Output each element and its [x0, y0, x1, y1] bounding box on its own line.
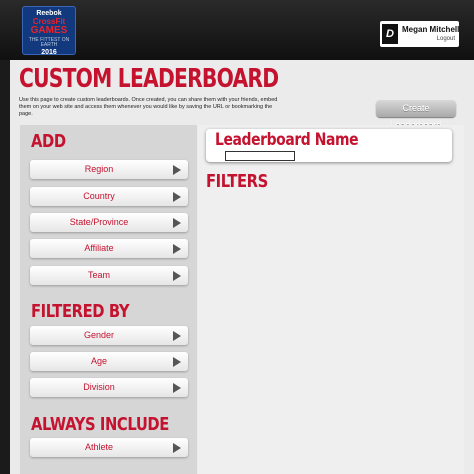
filtered-by-heading: FILTERED BY	[31, 301, 130, 322]
add-heading: ADD	[31, 131, 66, 152]
leaderboard-name-input[interactable]	[225, 151, 295, 161]
create-leaderboard-button[interactable]: Create Leaderboard	[376, 100, 456, 130]
filter-division-label: Division	[83, 382, 115, 392]
user-menu[interactable]: D Megan Mitchell Logout	[380, 21, 459, 47]
add-team-button[interactable]: Team	[30, 266, 188, 285]
add-state-province-button[interactable]: State/Province	[30, 213, 188, 232]
arrow-right-icon	[173, 165, 181, 175]
leaderboard-name-card: Leaderboard Name	[206, 129, 452, 162]
logo-year: 2016	[41, 49, 57, 56]
arrow-right-icon	[173, 443, 181, 453]
leaderboard-name-label: Leaderboard Name	[215, 130, 359, 150]
logo-tagline: THE FITTEST ON EARTH	[28, 37, 70, 48]
add-region-label: Region	[84, 164, 114, 174]
arrow-right-icon	[173, 357, 181, 367]
intro-text: Use this page to create custom leaderboa…	[19, 97, 278, 117]
logo-line2: GAMES	[30, 25, 68, 36]
arrow-right-icon	[173, 218, 181, 228]
add-affiliate-label: Affiliate	[84, 243, 114, 253]
arrow-right-icon	[173, 244, 181, 254]
add-country-label: Country	[83, 191, 115, 201]
include-athlete-label: Athlete	[84, 442, 114, 452]
logo-brand: Reebok	[36, 10, 62, 17]
filter-age-label: Age	[90, 356, 107, 366]
main-content: CUSTOM LEADERBOARD Use this page to crea…	[10, 60, 474, 474]
arrow-right-icon	[173, 192, 181, 202]
add-country-button[interactable]: Country	[30, 187, 188, 206]
add-region-button[interactable]: Region	[30, 160, 188, 179]
add-team-label: Team	[87, 270, 110, 280]
filter-age-button[interactable]: Age	[30, 352, 188, 371]
logout-link[interactable]: Logout	[437, 36, 455, 42]
user-name: Megan Mitchell	[402, 25, 460, 34]
filter-gender-button[interactable]: Gender	[30, 326, 188, 345]
top-bar: Reebok CrossFit GAMES THE FITTEST ON EAR…	[0, 0, 474, 60]
leaderboard-builder-panel: Leaderboard Name FILTERS	[198, 125, 464, 474]
add-affiliate-button[interactable]: Affiliate	[30, 239, 188, 258]
arrow-right-icon	[173, 271, 181, 281]
filter-gender-label: Gender	[83, 330, 115, 340]
include-athlete-button[interactable]: Athlete	[30, 438, 188, 457]
filter-division-button[interactable]: Division	[30, 378, 188, 397]
always-include-heading: ALWAYS INCLUDE	[31, 414, 169, 435]
arrow-right-icon	[173, 383, 181, 393]
user-avatar-icon: D	[382, 24, 398, 44]
crossfit-games-logo[interactable]: Reebok CrossFit GAMES THE FITTEST ON EAR…	[22, 6, 76, 56]
add-panel: ADD Region Country State/Province Affili…	[20, 125, 197, 474]
page-title: CUSTOM LEADERBOARD	[19, 64, 279, 94]
add-state-province-label: State/Province	[69, 217, 129, 227]
arrow-right-icon	[173, 331, 181, 341]
filters-heading: FILTERS	[206, 171, 268, 192]
